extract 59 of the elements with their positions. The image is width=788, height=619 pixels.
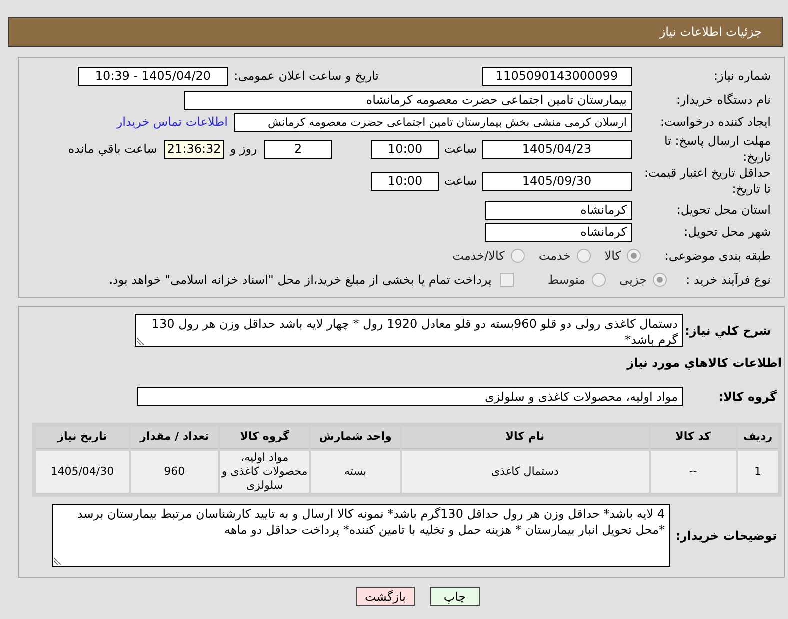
field-label: تاریخ و ساعت اعلان عمومی: bbox=[234, 68, 379, 84]
table-header-cell: کد کالا bbox=[650, 427, 736, 449]
table-cell: مواد اولیه، محصولات کاغذی و سلولزی bbox=[220, 451, 310, 493]
field-label: ساعت bbox=[444, 141, 477, 157]
section-label: توضیحات خریدار: bbox=[674, 528, 777, 544]
field-label: شماره نیاز: bbox=[713, 68, 771, 84]
field-label: طبقه بندی موضوعی: bbox=[664, 248, 771, 264]
field-label: شهر محل تحویل: bbox=[683, 224, 771, 240]
resize-handle-icon[interactable] bbox=[54, 557, 62, 565]
input-field[interactable]: مواد اولیه، محصولات کاغذی و سلولزی bbox=[137, 387, 683, 406]
input-field[interactable]: 1405/04/20 - 10:39 bbox=[78, 66, 228, 86]
input-field[interactable]: 1405/04/23 bbox=[482, 140, 632, 158]
table-cell: 960 bbox=[130, 451, 218, 493]
table-cell: بسته bbox=[311, 451, 400, 493]
section-heading: اطلاعات کالاهاي مورد نیاز bbox=[626, 355, 782, 371]
input-field[interactable]: 1105090143000099 bbox=[482, 66, 632, 86]
input-field[interactable]: کرمانشاه bbox=[485, 200, 632, 220]
input-field[interactable]: 10:00 bbox=[371, 172, 440, 190]
back-button[interactable]: بازگشت bbox=[356, 587, 415, 606]
input-field[interactable]: 2 bbox=[264, 140, 332, 158]
section-label: شرح کلي نیاز: bbox=[684, 322, 771, 340]
table-header-cell: تاریخ نیاز bbox=[36, 427, 129, 449]
radio-label: خدمت bbox=[538, 248, 571, 265]
section-label: گروه کالا: bbox=[718, 388, 777, 406]
page-title: جزئیات اطلاعات نیاز bbox=[660, 24, 762, 41]
field-label: استان محل تحویل: bbox=[676, 202, 771, 218]
checkbox[interactable] bbox=[500, 273, 514, 287]
field-label: نام دستگاه خریدار: bbox=[676, 92, 771, 108]
input-field[interactable]: 10:00 bbox=[371, 140, 440, 158]
field-label: حداقل تاریخ اعتبار قیمت: تا تاریخ: bbox=[643, 165, 771, 197]
print-button[interactable]: چاپ bbox=[430, 587, 480, 606]
input-field[interactable]: ارسلان کرمی منشی بخش بیمارستان تامین اجتماعی حضرت معصومه کرمانش bbox=[234, 112, 632, 132]
buyer-contact-link[interactable]: اطلاعات تماس خریدار bbox=[116, 113, 228, 131]
table-header-cell: نام کالا bbox=[402, 427, 649, 449]
radio-label: جزیی bbox=[620, 272, 647, 289]
table-cell: 1405/04/30 bbox=[36, 451, 129, 493]
resize-handle-icon[interactable] bbox=[137, 337, 145, 345]
field-label: نوع فرآیند خرید : bbox=[685, 272, 771, 288]
field-label: ایجاد کننده درخواست: bbox=[659, 114, 771, 130]
checkbox-label: پرداخت تمام یا بخشی از مبلغ خرید،از محل "اسناد خزانه اسلامی" خواهد بود. bbox=[109, 272, 492, 289]
field-label: روز و bbox=[230, 141, 258, 157]
field-label: ساعت باقي مانده bbox=[68, 141, 158, 157]
input-field[interactable]: کرمانشاه bbox=[485, 222, 632, 242]
radio-label: متوسط bbox=[548, 272, 586, 289]
input-field[interactable]: بیمارستان تامین اجتماعی حضرت معصومه کرمانشاه bbox=[184, 90, 632, 110]
table-header-cell: گروه کالا bbox=[220, 427, 310, 449]
table-header-cell: ردیف bbox=[738, 427, 778, 449]
field-label: ساعت bbox=[444, 173, 477, 189]
radio-label: کالا/خدمت bbox=[452, 248, 505, 265]
table-cell: دستمال کاغذی bbox=[402, 451, 649, 493]
input-field[interactable]: 1405/09/30 bbox=[482, 172, 632, 190]
text-area[interactable]: 4 لایه باشد* حداقل وزن هر رول حداقل 130گرم باشد* نمونه کالا ارسال و به تایید کارشناسان مرتبط بیمارستان برسد *محل تحویل انبار بیمارستان * هزینه حمل و تخلیه با تامین کننده* پرداخت حداقل دو ماهه bbox=[52, 504, 670, 567]
table-cell: -- bbox=[650, 451, 736, 493]
table-cell: 1 bbox=[738, 451, 778, 493]
table-header-cell: واحد شمارش bbox=[311, 427, 400, 449]
table-header-cell: تعداد / مقدار bbox=[130, 427, 218, 449]
countdown-field[interactable]: 21:36:32 bbox=[164, 140, 224, 158]
field-label: مهلت ارسال پاسخ: تا تاریخ: bbox=[663, 133, 771, 165]
radio-label: کالا bbox=[604, 248, 621, 265]
